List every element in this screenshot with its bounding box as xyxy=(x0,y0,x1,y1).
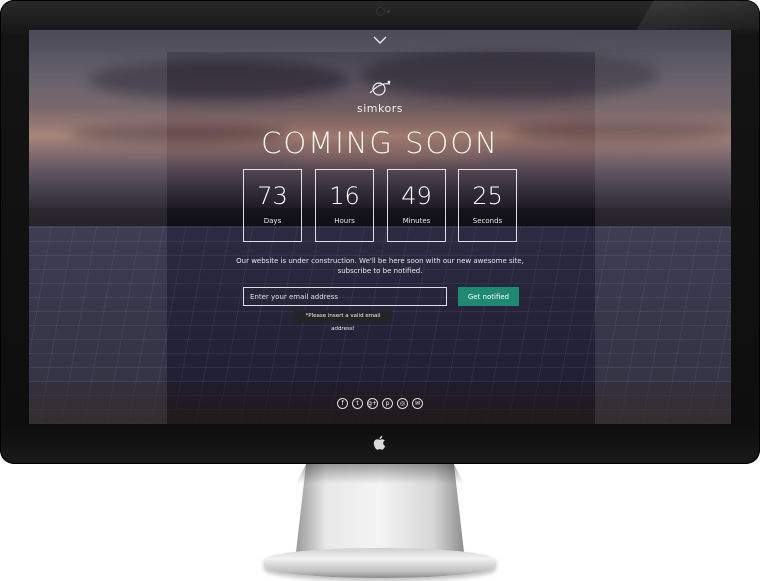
camera-icon xyxy=(377,8,384,15)
logo-icon xyxy=(369,80,391,96)
countdown-seconds: 25 Seconds xyxy=(458,169,517,242)
right-overlay-panel xyxy=(595,52,731,424)
description-line: subscribe to be notified. xyxy=(337,267,423,275)
chevron-down-icon[interactable] xyxy=(372,32,388,48)
apple-logo-icon xyxy=(373,435,386,450)
email-icon[interactable]: ✉ xyxy=(412,398,423,409)
countdown-hours: 16 Hours xyxy=(315,169,374,242)
pinterest-icon[interactable]: p xyxy=(382,398,393,409)
facebook-icon[interactable]: f xyxy=(337,398,348,409)
twitter-icon[interactable]: t xyxy=(352,398,363,409)
monitor-stand-base xyxy=(264,548,496,578)
monitor-frame: simkors COMING SOON 73 Days 16 Hours 49 … xyxy=(0,0,760,464)
countdown-value: 16 xyxy=(329,182,360,210)
countdown-label: Hours xyxy=(334,217,355,225)
description-line: Our website is under construction. We'll… xyxy=(236,257,524,265)
countdown-label: Seconds xyxy=(472,217,503,225)
brand-name: simkors xyxy=(357,102,403,115)
email-field[interactable] xyxy=(243,287,447,306)
countdown-label: Days xyxy=(263,217,282,225)
monitor-stand-shadow xyxy=(296,464,464,484)
description: Our website is under construction. We'll… xyxy=(229,256,531,276)
error-tooltip: *Please insert a valid email address! xyxy=(294,306,392,332)
countdown-value: 73 xyxy=(257,182,288,210)
bezel-gloss xyxy=(570,0,760,30)
countdown-value: 49 xyxy=(401,182,432,210)
instagram-icon[interactable]: ◎ xyxy=(397,398,408,409)
screen: simkors COMING SOON 73 Days 16 Hours 49 … xyxy=(29,30,731,424)
countdown-minutes: 49 Minutes xyxy=(387,169,446,242)
page-title: COMING SOON xyxy=(261,126,499,160)
countdown-label: Minutes xyxy=(402,217,431,225)
camera-led xyxy=(387,10,390,13)
google-plus-icon[interactable]: g+ xyxy=(367,398,378,409)
left-overlay-panel xyxy=(29,52,167,424)
countdown-days: 73 Days xyxy=(243,169,302,242)
get-notified-button[interactable]: Get notified xyxy=(458,287,519,306)
countdown-value: 25 xyxy=(472,182,503,210)
